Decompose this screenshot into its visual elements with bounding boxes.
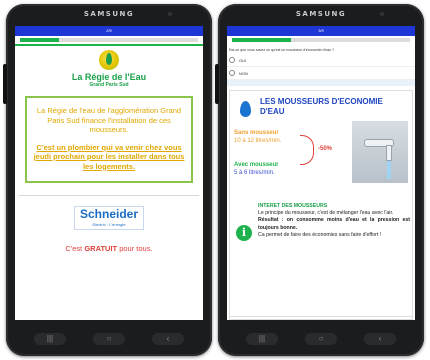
water-drop-icon (240, 101, 251, 117)
brand-label: SAMSUNG (295, 10, 347, 18)
sans-value: 10 à 12 litres/min. (234, 138, 282, 144)
radio-button[interactable] (229, 70, 235, 76)
recent-apps-button[interactable]: ||| (34, 333, 66, 345)
avec-value: 5 à 6 litres/min. (234, 170, 275, 176)
faucet-photo (352, 121, 408, 183)
option-label: OUI (239, 57, 247, 63)
nav-bar: ||| ○ ‹ (246, 330, 396, 348)
camera-icon (168, 12, 172, 16)
benefits-text: INTERET DES MOUSSEURS Le principe du mou… (258, 203, 410, 239)
recent-apps-button[interactable]: ||| (246, 333, 278, 345)
option-oui[interactable]: OUI (227, 54, 415, 67)
question-text: Est-ce que vous savez ce qu'est un mouss… (229, 48, 335, 52)
intro-text: La Régie de l'eau de l'agglomération Gra… (36, 106, 182, 134)
logo-title: La Régie de l'Eau (71, 72, 147, 82)
spacer (227, 80, 415, 86)
option-non[interactable]: NON (227, 67, 415, 80)
info-card: LES MOUSSEURS D'ECONOMIE D'EAU Sans mous… (229, 90, 413, 320)
leaf-drop-logo-icon (99, 50, 119, 70)
reduction-percent: -50% (318, 146, 333, 152)
plumber-text: C'est un plombier qui va venir chez vous… (33, 142, 185, 171)
home-button[interactable]: ○ (305, 333, 337, 345)
regie-logo: La Régie de l'Eau Grand Paris Sud (15, 46, 203, 88)
side-button (215, 64, 219, 104)
screen-right: 3/9 Est-ce que vous savez ce qu'est un m… (227, 26, 415, 320)
benefits-title: INTERET DES MOUSSEURS (258, 203, 328, 209)
option-label: NON (239, 70, 248, 76)
closing-text: Ca permet de faire des économies sans fa… (258, 231, 382, 238)
schneider-logo: Schneider Electric · L'énergie (74, 206, 144, 230)
free-prefix: C'est (65, 244, 85, 253)
progress-fill (20, 38, 60, 42)
progress-fill (232, 38, 291, 42)
camera-icon (380, 12, 384, 16)
card-title: LES MOUSSEURS D'ECONOMIE D'EAU (260, 97, 383, 116)
curved-arrow-icon (300, 135, 314, 165)
brand-label: SAMSUNG (83, 10, 135, 18)
side-button (3, 64, 7, 104)
nav-bar: ||| ○ ‹ (34, 330, 184, 348)
free-word: GRATUIT (84, 244, 118, 253)
tablet-right: SAMSUNG 3/9 Est-ce que vous savez ce qu'… (215, 4, 424, 356)
avec-label: Avec mousseur (234, 162, 279, 168)
principle-text: Le principe du mousseur, c'est de mélang… (258, 210, 394, 217)
divider (230, 316, 412, 317)
free-notice: C'est GRATUIT pour tous. (15, 244, 203, 253)
back-button[interactable]: ‹ (152, 333, 184, 345)
info-icon: i (236, 225, 252, 241)
app-bar: 3/9 (227, 26, 415, 36)
partner-name: Schneider (79, 207, 139, 221)
result-text: Résultat : on consomme moins d'eau et la… (258, 217, 410, 231)
free-suffix: pour tous. (117, 244, 153, 253)
without-aerator: Sans mousseur 10 à 12 litres/min. (234, 129, 281, 145)
progress-bar (227, 36, 415, 44)
screen-left: 2/9 La Régie de l'Eau Grand Paris Sud La… (15, 26, 203, 320)
home-button[interactable]: ○ (93, 333, 125, 345)
with-aerator: Avec mousseur 5 à 6 litres/min. (234, 161, 278, 177)
info-frame: La Régie de l'eau de l'agglomération Gra… (25, 96, 193, 183)
divider (19, 195, 199, 196)
sans-label: Sans mousseur (234, 130, 279, 136)
radio-button[interactable] (229, 57, 235, 63)
tablet-left: SAMSUNG 2/9 La Régie de l'Eau Grand Pari… (3, 4, 212, 356)
back-button[interactable]: ‹ (364, 333, 396, 345)
partner-tagline: Electric · L'énergie (92, 222, 126, 227)
app-bar: 2/9 (15, 26, 203, 36)
progress-bar (15, 36, 203, 44)
logo-subtitle: Grand Paris Sud (89, 82, 129, 88)
